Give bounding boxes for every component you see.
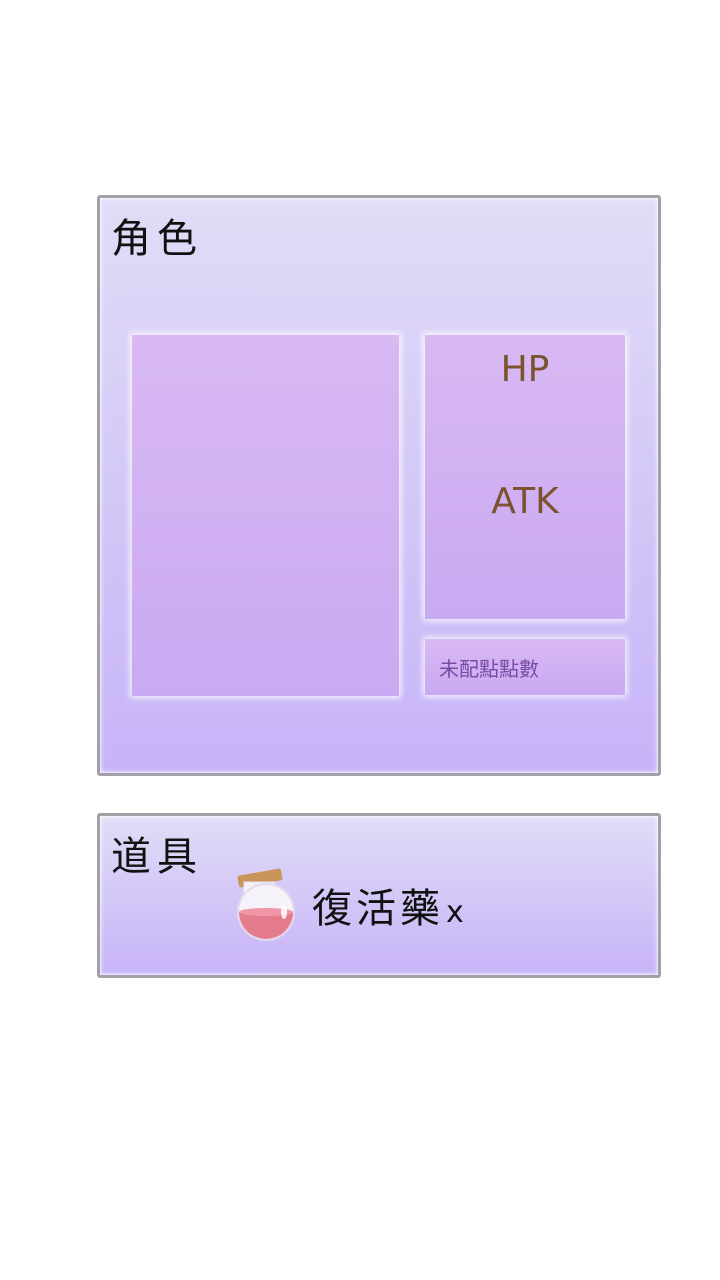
stats-box: HP ATK <box>425 335 625 619</box>
unallocated-points-label: 未配點點數 <box>439 657 539 681</box>
item-name[interactable]: 復活藥x <box>312 876 464 934</box>
item-name-text: 復活藥 <box>312 886 444 932</box>
unallocated-points-box: 未配點點數 <box>425 639 625 695</box>
atk-label: ATK <box>491 481 559 522</box>
hp-label: HP <box>500 349 550 390</box>
character-panel-title: 角色 <box>111 216 203 262</box>
potion-icon[interactable] <box>230 862 302 942</box>
character-portrait-frame[interactable] <box>132 335 399 696</box>
character-panel: 角色 HP ATK 未配點點數 <box>97 195 661 776</box>
item-count-prefix: x <box>446 895 464 930</box>
items-panel: 道具 復活藥x <box>97 813 661 978</box>
items-panel-title: 道具 <box>111 834 203 880</box>
